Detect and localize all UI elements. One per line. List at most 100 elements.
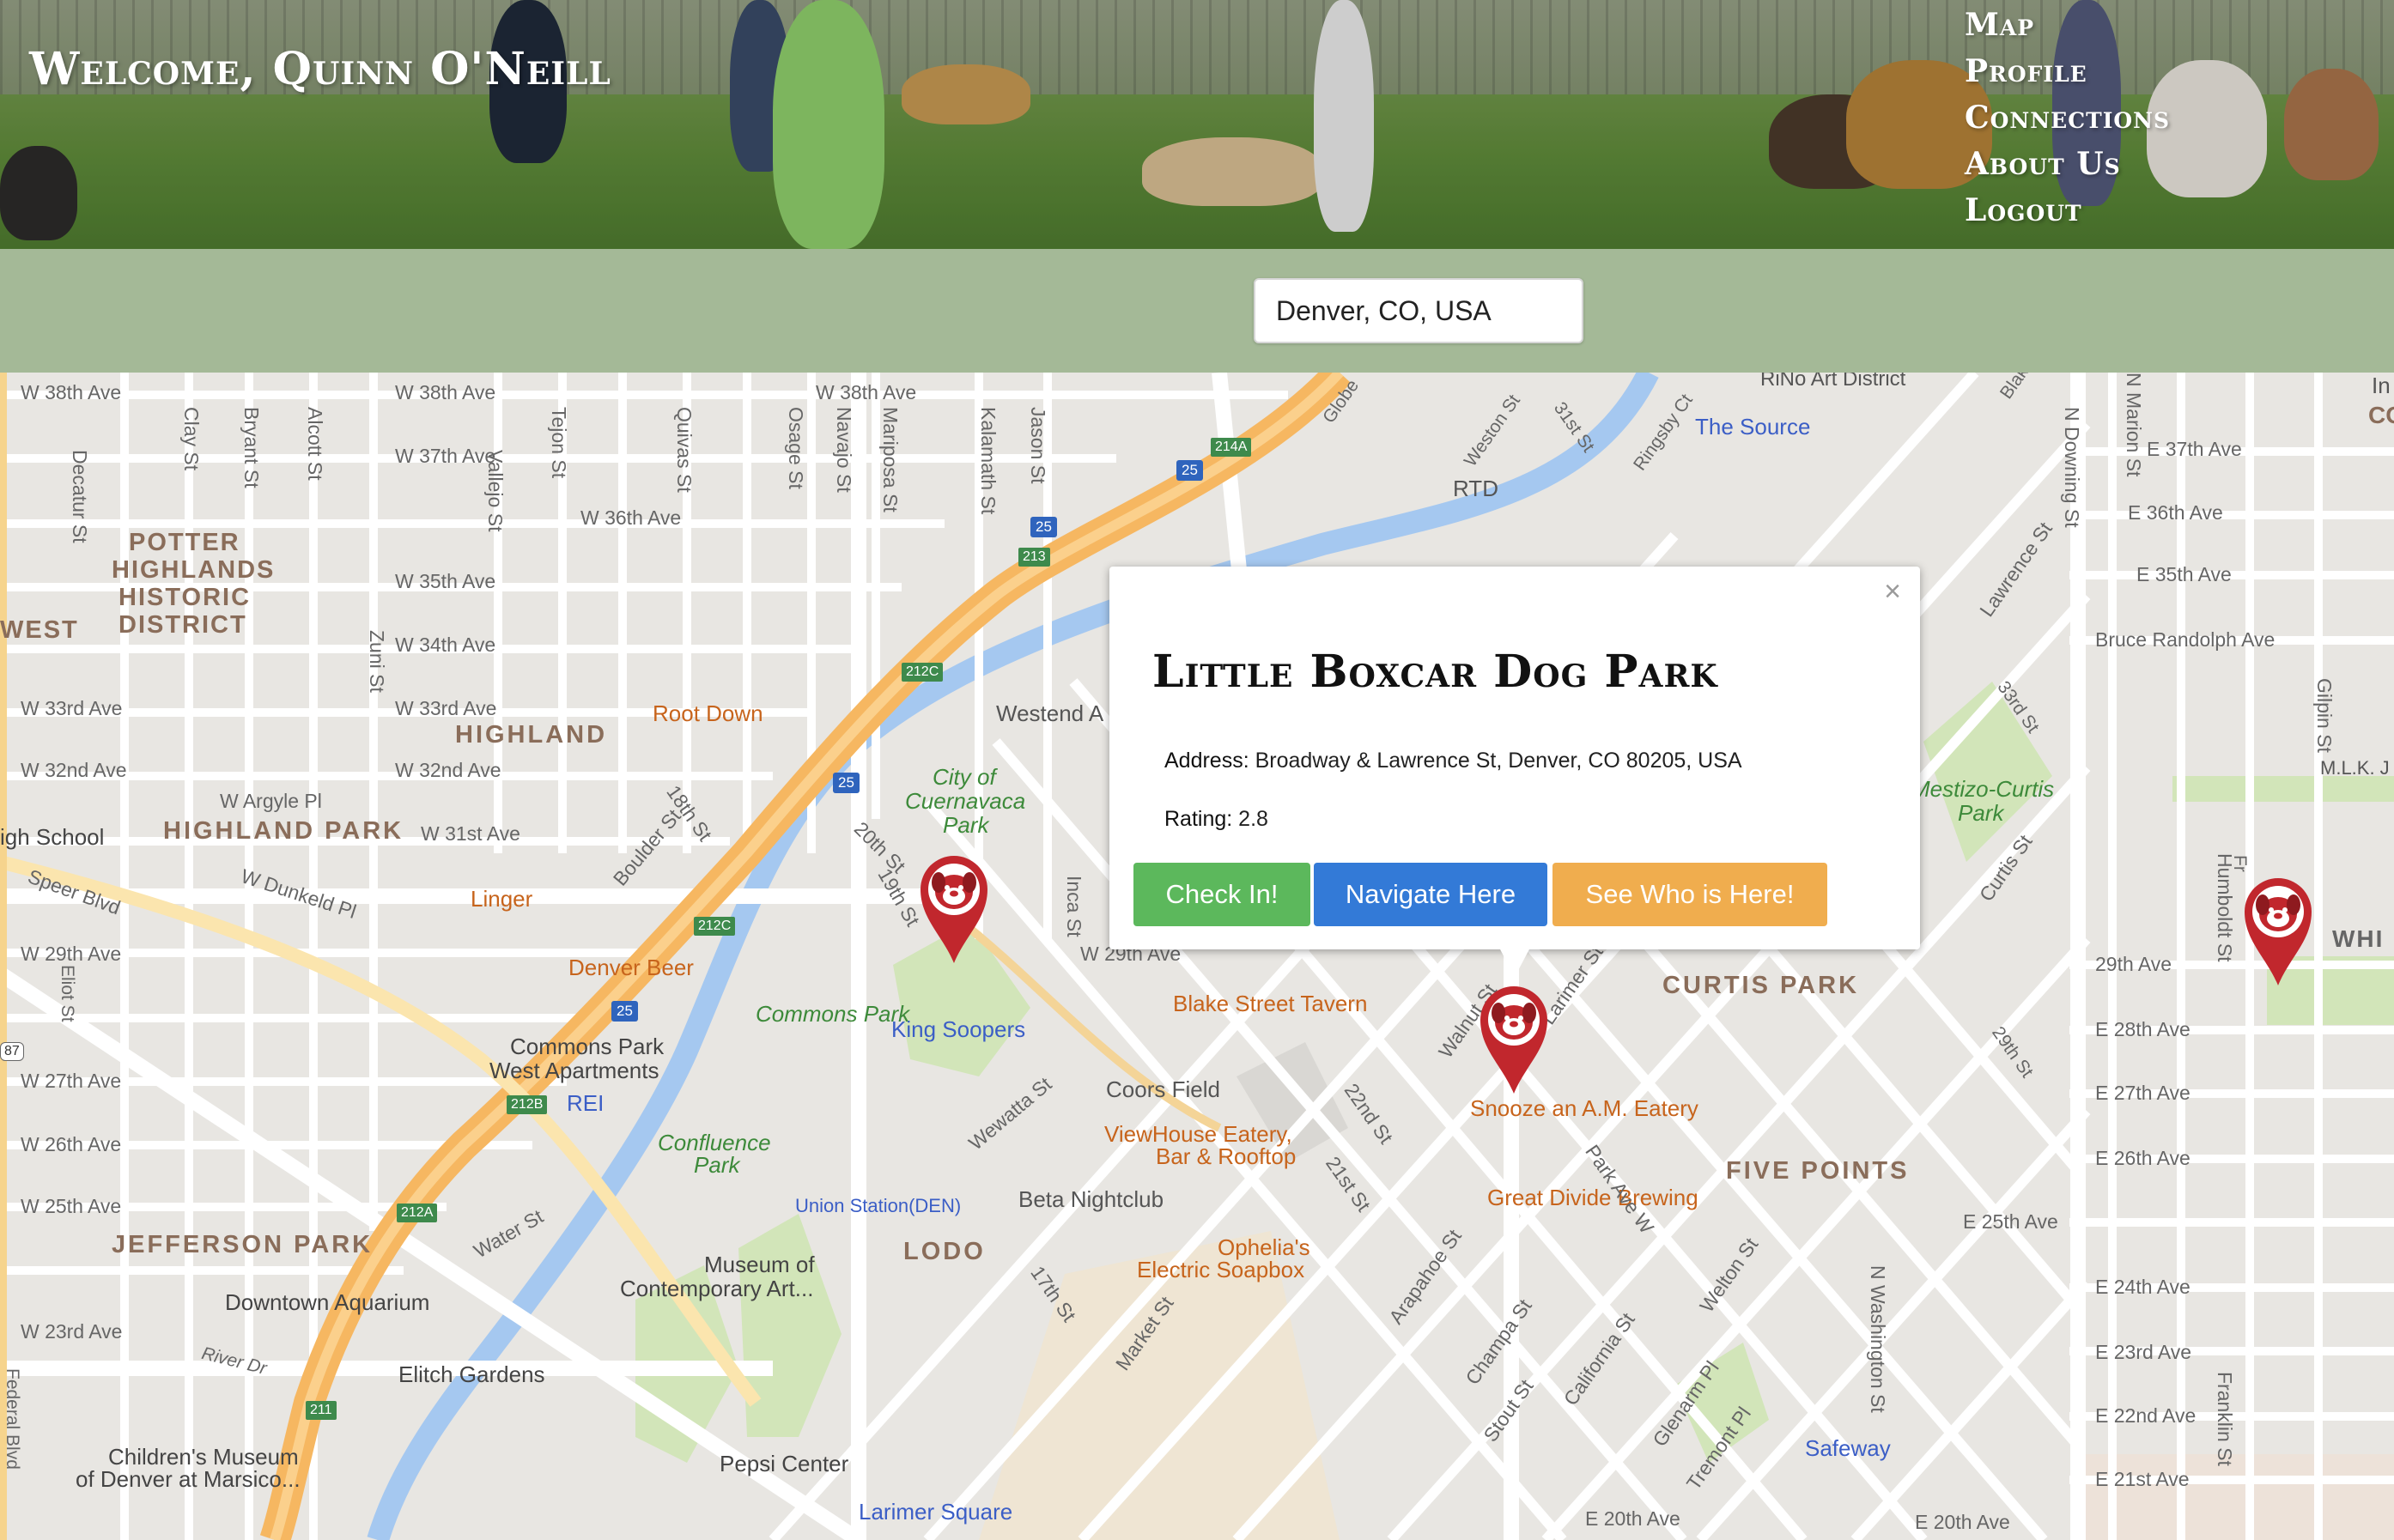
map-place-label: Pepsi Center: [720, 1451, 849, 1476]
map-neighborhood-label: HIGHLAND: [455, 721, 608, 749]
map-neighborhood-label: JEFFERSON PARK: [112, 1231, 374, 1258]
navigate-here-button[interactable]: Navigate Here: [1314, 863, 1547, 926]
map-place-label: Westend A: [996, 700, 1104, 726]
map-street-label: 29th Ave: [2095, 953, 2172, 975]
nav-connections[interactable]: Connections: [1965, 94, 2170, 141]
map-street-label: W 36th Ave: [580, 506, 682, 529]
nav-profile[interactable]: Profile: [1965, 48, 2170, 94]
map-place-label: Larimer Square: [859, 1499, 1013, 1525]
map-street-label: W 34th Ave: [395, 634, 496, 656]
map-neighborhood-label: HIGHLANDS: [112, 556, 276, 584]
map-street-label: Kalamath St: [977, 407, 1000, 515]
map-street-label: W 38th Ave: [816, 381, 917, 403]
map-place-label: Park: [943, 812, 989, 838]
highway-shield: 214A: [1211, 438, 1252, 457]
map-place-label: Park: [1958, 800, 2004, 826]
dog-park-pin[interactable]: [2241, 876, 2315, 987]
map-street-label: Alcott St: [304, 407, 326, 481]
map-place-label: Commons Park: [510, 1034, 665, 1059]
main-nav: Map Profile Connections About Us Logout: [1965, 2, 2170, 233]
map-street-label: N Downing St: [2061, 407, 2083, 528]
map-street-label: W 29th Ave: [21, 943, 122, 965]
close-icon[interactable]: ×: [1884, 575, 1901, 609]
map-street-label: W Argyle Pl: [220, 790, 322, 812]
map-place-label: City of: [933, 764, 996, 790]
highway-shield: 212C: [902, 663, 944, 682]
map-place-label: Coors Field: [1106, 1076, 1220, 1102]
map-street-label: Navajo St: [833, 407, 855, 493]
park-address: Broadway & Lawrence St, Denver, CO 80205…: [1255, 749, 1742, 773]
map-street-label: Franklin St: [2214, 1372, 2236, 1466]
map-place-label: Downtown Aquarium: [225, 1289, 430, 1315]
map-place-label: REI: [567, 1090, 605, 1116]
map-street-label: E 23rd Ave: [2095, 1341, 2192, 1363]
map-street-label: Clay St: [180, 407, 203, 471]
map-street-label: W 37th Ave: [395, 445, 496, 467]
map-street-label: W 32nd Ave: [395, 759, 501, 781]
rating-label: Rating:: [1164, 807, 1233, 831]
map-neighborhood-label: HISTORIC: [118, 584, 252, 611]
park-address-row: Address: Broadway & Lawrence St, Denver,…: [1164, 749, 1742, 773]
highway-shield: 212A: [397, 1204, 438, 1222]
highway-shield: 25: [611, 1001, 638, 1022]
park-rating-row: Rating: 2.8: [1164, 807, 1268, 832]
map-street-label: W 25th Ave: [21, 1195, 122, 1217]
dog-park-pin[interactable]: [917, 853, 991, 965]
map-place-label: Electric Soapbox: [1137, 1257, 1305, 1282]
map-street-label: E 26th Ave: [2095, 1147, 2190, 1169]
dog-park-pin-selected[interactable]: [1477, 984, 1551, 1095]
map-street-label: W 33rd Ave: [395, 697, 497, 719]
map-street-label: Gilpin St: [2313, 678, 2336, 753]
map-place-label: of Denver at Marsico...: [76, 1466, 301, 1492]
see-who-is-here-button[interactable]: See Who is Here!: [1552, 863, 1827, 926]
map-place-label: igh School: [0, 824, 105, 850]
check-in-button[interactable]: Check In!: [1133, 863, 1310, 926]
map-place-label: Linger: [471, 886, 533, 912]
map-view[interactable]: POTTER HIGHLANDS HISTORIC DISTRICT WEST …: [0, 373, 2394, 1540]
map-street-label: Inca St: [1063, 876, 1085, 937]
highway-shield: 212B: [507, 1095, 548, 1114]
highway-shield: 25: [1030, 517, 1057, 537]
map-street-label: E 20th Ave: [1585, 1507, 1680, 1530]
map-place-label: WHI: [2332, 925, 2385, 952]
welcome-title: Welcome, Quinn O'Neill: [29, 43, 611, 95]
map-place-label: Cuernavaca: [905, 788, 1026, 814]
map-neighborhood-label: DISTRICT: [118, 611, 247, 639]
map-street-label: E 36th Ave: [2128, 501, 2223, 524]
map-street-label: E 22nd Ave: [2095, 1404, 2197, 1427]
map-place-label: Elitch Gardens: [398, 1361, 545, 1387]
location-search-input[interactable]: [1254, 278, 1583, 343]
map-place-label: Root Down: [653, 700, 763, 726]
map-street-label: E 28th Ave: [2095, 1018, 2190, 1040]
map-place-label: Contemporary Art...: [620, 1276, 814, 1301]
map-street-label: W 26th Ave: [21, 1133, 122, 1155]
map-street-label: W 27th Ave: [21, 1070, 122, 1092]
map-street-label: W 23rd Ave: [21, 1320, 123, 1343]
map-place-label: Museum of: [704, 1252, 815, 1277]
map-street-label: Eliot St: [58, 965, 77, 1022]
highway-shield: 213: [1018, 548, 1050, 567]
nav-about-us[interactable]: About Us: [1965, 141, 2170, 187]
nav-map[interactable]: Map: [1965, 2, 2170, 48]
map-street-label: Federal Blvd: [3, 1368, 22, 1470]
nav-logout[interactable]: Logout: [1965, 187, 2170, 233]
map-street-label: E 20th Ave: [1915, 1511, 2010, 1533]
map-place-label: Commons Park: [756, 1001, 910, 1027]
map-street-label: Vallejo St: [484, 450, 507, 532]
map-street-label: W 31st Ave: [421, 822, 520, 845]
highway-shield: 87: [0, 1042, 24, 1061]
map-street-label: Quivas St: [673, 407, 696, 493]
map-street-label: N Marion St: [2123, 373, 2145, 477]
map-neighborhood-label: WEST: [0, 616, 79, 644]
address-label: Address:: [1164, 749, 1249, 773]
map-street-label: E 35th Ave: [2136, 563, 2232, 585]
map-street-label: N Washington St: [1867, 1265, 1889, 1413]
map-place-label: Union Station(DEN): [795, 1195, 962, 1216]
map-street-label: E 37th Ave: [2147, 438, 2242, 460]
map-street-label: E 24th Ave: [2095, 1276, 2190, 1298]
map-street-label: Tejon St: [548, 407, 570, 479]
map-street-label: E 27th Ave: [2095, 1082, 2190, 1104]
header-banner: Welcome, Quinn O'Neill Map Profile Conne…: [0, 0, 2394, 249]
map-street-label: Bryant St: [240, 407, 263, 488]
map-street-label: W 38th Ave: [21, 381, 122, 403]
